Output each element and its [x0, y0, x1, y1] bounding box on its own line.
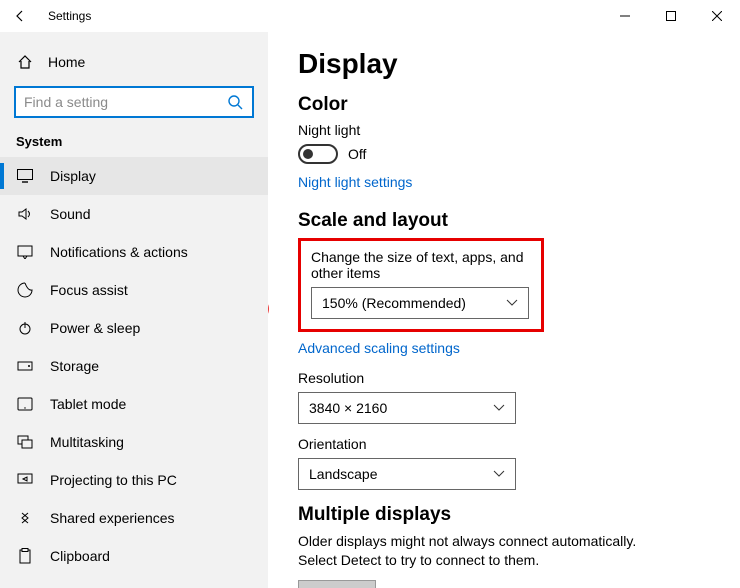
orientation-label: Orientation	[298, 436, 710, 452]
night-light-settings-link[interactable]: Night light settings	[298, 174, 412, 190]
orientation-value: Landscape	[309, 466, 378, 482]
sidebar-item-focus-assist[interactable]: Focus assist	[0, 271, 268, 309]
advanced-scaling-link[interactable]: Advanced scaling settings	[298, 340, 460, 356]
sidebar-item-label: Clipboard	[50, 548, 110, 564]
arrow-left-icon	[13, 9, 27, 23]
sidebar-item-clipboard[interactable]: Clipboard	[0, 537, 268, 575]
home-label: Home	[48, 54, 85, 70]
scale-heading: Scale and layout	[298, 210, 710, 232]
power-icon	[16, 319, 34, 337]
sidebar-item-label: Tablet mode	[50, 396, 126, 412]
maximize-button[interactable]	[648, 0, 694, 32]
window-controls	[602, 0, 740, 32]
sidebar-item-projecting[interactable]: Projecting to this PC	[0, 461, 268, 499]
sidebar-item-label: Display	[50, 168, 96, 184]
sidebar-item-label: Multitasking	[50, 434, 124, 450]
clipboard-icon	[16, 547, 34, 565]
chevron-down-icon	[493, 404, 505, 412]
sidebar-item-power[interactable]: Power & sleep	[0, 309, 268, 347]
nav-list: Display Sound Notifications & actions Fo…	[0, 157, 268, 575]
resolution-label: Resolution	[298, 370, 710, 386]
sidebar-item-display[interactable]: Display	[0, 157, 268, 195]
sidebar-item-label: Focus assist	[50, 282, 128, 298]
search-box[interactable]	[14, 86, 254, 118]
notifications-icon	[16, 243, 34, 261]
resolution-value: 3840 × 2160	[309, 400, 387, 416]
night-light-toggle[interactable]	[298, 144, 338, 164]
sidebar-item-sound[interactable]: Sound	[0, 195, 268, 233]
sidebar-item-notifications[interactable]: Notifications & actions	[0, 233, 268, 271]
sidebar-item-tablet[interactable]: Tablet mode	[0, 385, 268, 423]
page-title: Display	[298, 48, 710, 80]
annotation-label: (2)	[268, 300, 270, 318]
sidebar-item-label: Projecting to this PC	[50, 472, 177, 488]
minimize-button[interactable]	[602, 0, 648, 32]
storage-icon	[16, 357, 34, 375]
home-icon	[16, 53, 34, 71]
multiple-displays-description: Older displays might not always connect …	[298, 532, 678, 570]
minimize-icon	[620, 11, 630, 21]
home-nav[interactable]: Home	[0, 44, 268, 80]
content-body: Home System Display Sound	[0, 32, 740, 588]
system-section-label: System	[0, 128, 268, 157]
toggle-knob	[303, 149, 313, 159]
resolution-select[interactable]: 3840 × 2160	[298, 392, 516, 424]
night-light-state: Off	[348, 146, 366, 162]
main-panel: (2) Display Color Night light Off Night …	[268, 32, 740, 588]
search-icon	[226, 93, 244, 111]
titlebar: Settings	[0, 0, 740, 32]
tablet-icon	[16, 395, 34, 413]
sidebar-item-label: Shared experiences	[50, 510, 175, 526]
display-icon	[16, 167, 34, 185]
sidebar: Home System Display Sound	[0, 32, 268, 588]
focus-assist-icon	[16, 281, 34, 299]
resolution-field: Resolution 3840 × 2160	[298, 370, 710, 424]
multiple-displays-heading: Multiple displays	[298, 504, 710, 526]
sidebar-item-label: Storage	[50, 358, 99, 374]
sidebar-item-multitasking[interactable]: Multitasking	[0, 423, 268, 461]
multitasking-icon	[16, 433, 34, 451]
sidebar-item-label: Power & sleep	[50, 320, 140, 336]
orientation-field: Orientation Landscape	[298, 436, 710, 490]
sidebar-item-label: Sound	[50, 206, 90, 222]
chevron-down-icon	[506, 299, 518, 307]
chevron-down-icon	[493, 470, 505, 478]
search-input[interactable]	[24, 94, 226, 110]
sidebar-item-storage[interactable]: Storage	[0, 347, 268, 385]
search-container	[0, 80, 268, 128]
settings-window: Settings Home	[0, 0, 740, 588]
color-heading: Color	[298, 94, 710, 116]
sidebar-item-shared[interactable]: Shared experiences	[0, 499, 268, 537]
scale-field-label: Change the size of text, apps, and other…	[311, 249, 531, 281]
main-inner: (2) Display Color Night light Off Night …	[298, 48, 710, 588]
orientation-select[interactable]: Landscape	[298, 458, 516, 490]
detect-button[interactable]: Detect	[298, 580, 376, 588]
projecting-icon	[16, 471, 34, 489]
scale-select[interactable]: 150% (Recommended)	[311, 287, 529, 319]
night-light-label: Night light	[298, 122, 710, 138]
close-icon	[712, 11, 722, 21]
sidebar-item-label: Notifications & actions	[50, 244, 188, 260]
window-title: Settings	[48, 9, 91, 23]
maximize-icon	[666, 11, 676, 21]
scale-select-value: 150% (Recommended)	[322, 295, 466, 311]
shared-icon	[16, 509, 34, 527]
night-light-toggle-row: Off	[298, 144, 710, 164]
annotation-callout-box: Change the size of text, apps, and other…	[298, 238, 544, 332]
close-button[interactable]	[694, 0, 740, 32]
sound-icon	[16, 205, 34, 223]
back-button[interactable]	[0, 0, 40, 32]
